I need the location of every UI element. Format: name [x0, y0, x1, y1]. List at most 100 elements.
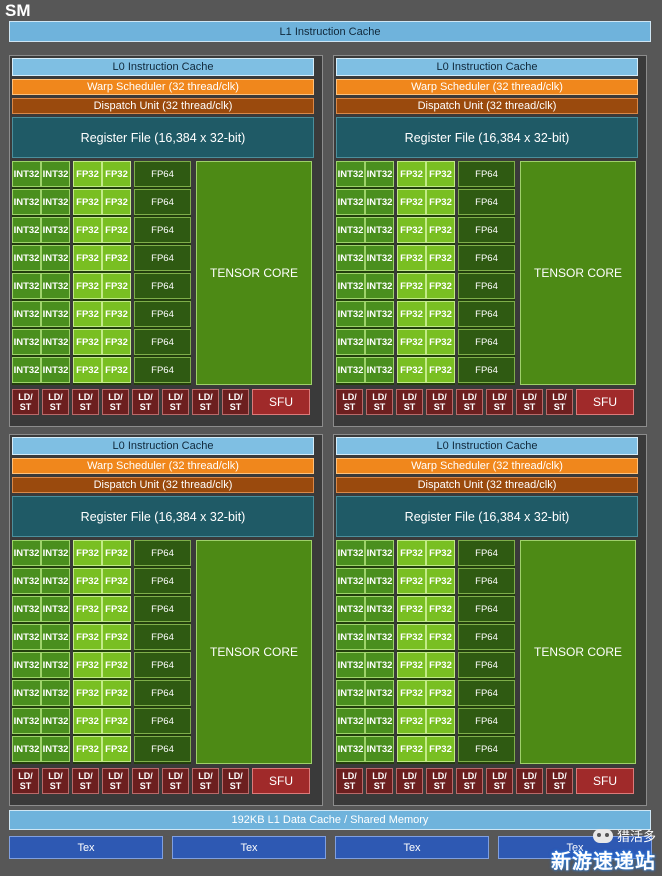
fp32-unit: FP32 [426, 540, 455, 566]
fp64-unit: FP64 [134, 680, 191, 706]
fp32-unit: FP32 [426, 596, 455, 622]
int32-unit: INT32 [41, 161, 70, 187]
fp32-unit: FP32 [397, 624, 426, 650]
warp-scheduler: Warp Scheduler (32 thread/clk) [336, 79, 638, 95]
ld-st-unit: LD/ST [396, 768, 423, 794]
fp64-unit: FP64 [134, 245, 191, 271]
sm-subpartition: L0 Instruction Cache Warp Scheduler (32 t… [9, 434, 323, 806]
int32-unit: INT32 [41, 245, 70, 271]
fp32-unit: FP32 [426, 245, 455, 271]
fp32-unit: FP32 [397, 708, 426, 734]
fp32-unit: FP32 [426, 652, 455, 678]
sfu-unit: SFU [576, 389, 634, 415]
fp64-unit: FP64 [458, 217, 515, 243]
register-file: Register File (16,384 x 32-bit) [12, 496, 314, 537]
sfu-unit: SFU [576, 768, 634, 794]
fp32-unit: FP32 [73, 357, 102, 383]
ld-st-unit: LD/ST [42, 389, 69, 415]
int32-unit: INT32 [41, 652, 70, 678]
tex-unit: Tex [172, 836, 326, 859]
fp64-unit: FP64 [134, 736, 191, 762]
ld-st-unit: LD/ST [396, 389, 423, 415]
fp32-unit: FP32 [426, 329, 455, 355]
int32-unit: INT32 [365, 161, 394, 187]
fp64-unit: FP64 [134, 624, 191, 650]
fp64-unit: FP64 [458, 568, 515, 594]
fp64-unit: FP64 [134, 357, 191, 383]
fp32-unit: FP32 [73, 596, 102, 622]
fp32-unit: FP32 [102, 245, 131, 271]
int32-unit: INT32 [41, 596, 70, 622]
fp32-unit: FP32 [397, 540, 426, 566]
ld-st-unit: LD/ST [162, 389, 189, 415]
int32-unit: INT32 [41, 708, 70, 734]
int32-unit: INT32 [12, 568, 41, 594]
ld-st-unit: LD/ST [102, 389, 129, 415]
fp32-unit: FP32 [102, 568, 131, 594]
int32-unit: INT32 [365, 329, 394, 355]
fp32-unit: FP32 [426, 708, 455, 734]
fp32-unit: FP32 [102, 652, 131, 678]
fp64-unit: FP64 [134, 540, 191, 566]
ld-st-unit: LD/ST [456, 768, 483, 794]
fp32-unit: FP32 [397, 680, 426, 706]
int32-unit: INT32 [336, 329, 365, 355]
fp32-unit: FP32 [73, 708, 102, 734]
l1-instruction-cache: L1 Instruction Cache [9, 21, 651, 42]
ld-st-unit: LD/ST [336, 389, 363, 415]
sfu-unit: SFU [252, 389, 310, 415]
fp64-unit: FP64 [458, 273, 515, 299]
int32-unit: INT32 [12, 680, 41, 706]
fp32-unit: FP32 [102, 329, 131, 355]
int32-unit: INT32 [41, 736, 70, 762]
fp32-unit: FP32 [73, 736, 102, 762]
fp32-unit: FP32 [102, 540, 131, 566]
fp64-unit: FP64 [458, 624, 515, 650]
sm-subpartition: L0 Instruction Cache Warp Scheduler (32 t… [333, 55, 647, 427]
int32-unit: INT32 [336, 245, 365, 271]
fp64-unit: FP64 [134, 596, 191, 622]
int32-unit: INT32 [365, 624, 394, 650]
ld-st-unit: LD/ST [222, 389, 249, 415]
int32-unit: INT32 [41, 217, 70, 243]
int32-unit: INT32 [12, 273, 41, 299]
fp64-unit: FP64 [458, 540, 515, 566]
int32-unit: INT32 [336, 161, 365, 187]
fp64-unit: FP64 [458, 161, 515, 187]
fp32-unit: FP32 [426, 680, 455, 706]
fp32-unit: FP32 [73, 624, 102, 650]
ld-st-unit: LD/ST [132, 389, 159, 415]
register-file: Register File (16,384 x 32-bit) [336, 117, 638, 158]
int32-unit: INT32 [336, 540, 365, 566]
int32-unit: INT32 [336, 708, 365, 734]
fp32-unit: FP32 [102, 736, 131, 762]
fp32-unit: FP32 [102, 624, 131, 650]
int32-unit: INT32 [365, 189, 394, 215]
register-file: Register File (16,384 x 32-bit) [336, 496, 638, 537]
int32-unit: INT32 [41, 624, 70, 650]
tex-unit: Tex [335, 836, 489, 859]
fp32-unit: FP32 [73, 329, 102, 355]
fp32-unit: FP32 [102, 708, 131, 734]
fp32-unit: FP32 [397, 273, 426, 299]
int32-unit: INT32 [336, 624, 365, 650]
fp32-unit: FP32 [426, 736, 455, 762]
fp32-unit: FP32 [426, 161, 455, 187]
fp32-unit: FP32 [426, 301, 455, 327]
int32-unit: INT32 [41, 680, 70, 706]
fp64-unit: FP64 [458, 189, 515, 215]
l0-instruction-cache: L0 Instruction Cache [336, 58, 638, 76]
tex-unit: Tex [9, 836, 163, 859]
fp32-unit: FP32 [73, 245, 102, 271]
fp32-unit: FP32 [102, 680, 131, 706]
core-array: INT32 INT32 FP32 FP32 FP64 INT32 INT32 FP32 FP32… [12, 540, 314, 764]
ld-st-unit: LD/ST [546, 768, 573, 794]
int32-unit: INT32 [336, 596, 365, 622]
tensor-core: TENSOR CORE [196, 540, 312, 764]
fp32-unit: FP32 [73, 568, 102, 594]
core-array: INT32 INT32 FP32 FP32 FP64 INT32 INT32 FP32 FP32… [12, 161, 314, 385]
ld-st-unit: LD/ST [486, 768, 513, 794]
fp32-unit: FP32 [397, 217, 426, 243]
sfu-unit: SFU [252, 768, 310, 794]
register-file: Register File (16,384 x 32-bit) [12, 117, 314, 158]
